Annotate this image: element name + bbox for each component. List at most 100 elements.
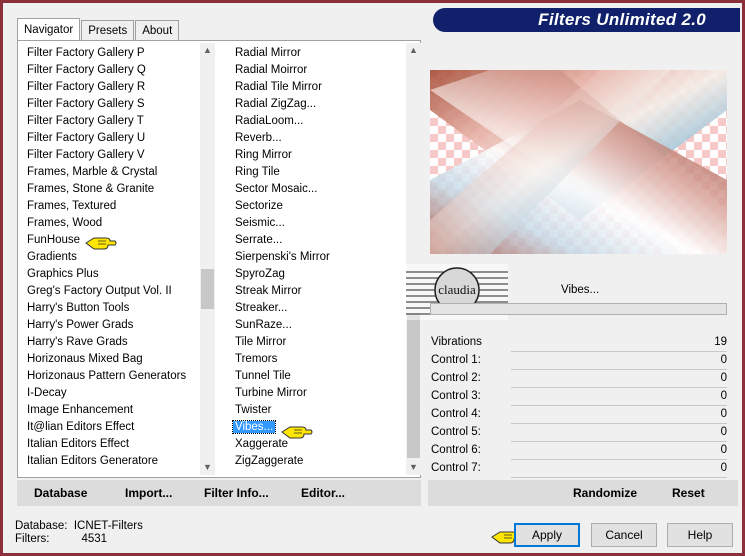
category-item[interactable]: Frames, Marble & Crystal — [27, 164, 197, 181]
param-value[interactable]: 19 — [714, 336, 727, 348]
cancel-button[interactable]: Cancel — [591, 523, 657, 547]
filter-item-label: Ring Tile — [235, 166, 280, 178]
filter-item-label: Radial Mirror — [235, 47, 301, 59]
category-item[interactable]: Filter Factory Gallery Q — [27, 62, 197, 79]
filter-preview — [430, 70, 727, 254]
category-item[interactable]: Harry's Rave Grads — [27, 334, 197, 351]
filter-item[interactable]: Vibes... — [231, 419, 405, 436]
category-item[interactable]: I-Decay — [27, 385, 197, 402]
category-item[interactable]: Italian Editors Effect — [27, 436, 197, 453]
tab-navigator[interactable]: Navigator — [17, 18, 81, 40]
tab-about[interactable]: About — [135, 20, 180, 40]
filter-item[interactable]: Ring Mirror — [235, 147, 405, 164]
filter-item[interactable]: Serrate... — [235, 232, 405, 249]
category-item[interactable]: Frames, Stone & Granite — [27, 181, 197, 198]
category-item[interactable]: Frames, Wood — [27, 215, 197, 232]
filter-item[interactable]: Xaggerate — [235, 436, 405, 453]
filter-item[interactable]: Tile Mirror — [235, 334, 405, 351]
category-item[interactable]: Graphics Plus — [27, 266, 197, 283]
filter-item[interactable]: Sector Mosaic... — [235, 181, 405, 198]
filter-item[interactable]: Radial ZigZag... — [235, 96, 405, 113]
filter-item[interactable]: RadiaLoom... — [235, 113, 405, 130]
tab-presets[interactable]: Presets — [81, 20, 135, 40]
filter-item[interactable]: ZigZaggerate — [235, 453, 405, 470]
param-value[interactable]: 0 — [721, 390, 727, 402]
filter-slider[interactable] — [430, 303, 727, 315]
filter-item[interactable]: Radial Moirror — [235, 62, 405, 79]
filter-item[interactable]: Radial Tile Mirror — [235, 79, 405, 96]
category-scrollbar[interactable]: ▲ ▼ — [200, 43, 215, 475]
category-item[interactable]: Filter Factory Gallery S — [27, 96, 197, 113]
scroll-thumb[interactable] — [407, 313, 420, 458]
scroll-down-icon[interactable]: ▼ — [200, 460, 215, 475]
scroll-up-icon[interactable]: ▲ — [406, 43, 421, 58]
category-item[interactable]: Image Enhancement — [27, 402, 197, 419]
param-row[interactable]: Control 2: 0 — [431, 372, 727, 388]
category-item[interactable]: Horizonaus Mixed Bag — [27, 351, 197, 368]
scroll-down-icon[interactable]: ▼ — [406, 460, 421, 475]
category-item[interactable]: Filter Factory Gallery T — [27, 113, 197, 130]
category-list: Filter Factory Gallery P Filter Factory G… — [27, 45, 197, 470]
param-value[interactable]: 0 — [721, 462, 727, 474]
filter-item-label: Radial ZigZag... — [235, 98, 317, 110]
category-item[interactable]: Harry's Button Tools — [27, 300, 197, 317]
filter-item[interactable]: Tunnel Tile — [235, 368, 405, 385]
filter-item[interactable]: Reverb... — [235, 130, 405, 147]
category-item[interactable]: Harry's Power Grads — [27, 317, 197, 334]
param-row[interactable]: Control 5: 0 — [431, 426, 727, 442]
pointing-hand-icon — [84, 235, 118, 251]
category-item[interactable]: It@lian Editors Effect — [27, 419, 197, 436]
filter-item[interactable]: SpyroZag — [235, 266, 405, 283]
filter-item[interactable]: Sierpenski's Mirror — [235, 249, 405, 266]
category-item[interactable]: Greg's Factory Output Vol. II — [27, 283, 197, 300]
help-button[interactable]: Help — [667, 523, 733, 547]
param-divider — [511, 459, 727, 460]
scroll-up-icon[interactable]: ▲ — [200, 43, 215, 58]
filter-item[interactable]: Sectorize — [235, 198, 405, 215]
param-value[interactable]: 0 — [721, 426, 727, 438]
category-item[interactable]: Filter Factory Gallery V — [27, 147, 197, 164]
filter-item[interactable]: Twister — [235, 402, 405, 419]
param-row[interactable]: Control 7: 0 — [431, 462, 727, 478]
filter-item-label: Turbine Mirror — [235, 387, 307, 399]
param-row[interactable]: Control 6: 0 — [431, 444, 727, 460]
filter-item-label: SunRaze... — [235, 319, 292, 331]
param-value[interactable]: 0 — [721, 354, 727, 366]
apply-button[interactable]: Apply — [514, 523, 580, 547]
import-button[interactable]: Import... — [125, 486, 172, 500]
param-divider — [511, 369, 727, 370]
filter-item[interactable]: Tremors — [235, 351, 405, 368]
filter-item[interactable]: Turbine Mirror — [235, 385, 405, 402]
filter-info-button[interactable]: Filter Info... — [204, 486, 269, 500]
param-row[interactable]: Control 1: 0 — [431, 354, 727, 370]
param-row[interactable]: Control 3: 0 — [431, 390, 727, 406]
filter-item[interactable]: Streaker... — [235, 300, 405, 317]
randomize-button[interactable]: Randomize — [573, 486, 637, 500]
param-row[interactable]: Vibrations 19 — [431, 336, 727, 352]
filter-item[interactable]: Radial Mirror — [235, 45, 405, 62]
filter-scrollbar[interactable]: ▲ ▼ — [406, 43, 421, 475]
param-value[interactable]: 0 — [721, 372, 727, 384]
category-item[interactable]: Filter Factory Gallery U — [27, 130, 197, 147]
category-item[interactable]: Italian Editors Generatore — [27, 453, 197, 470]
filter-item[interactable]: Streak Mirror — [235, 283, 405, 300]
param-row[interactable]: Control 4: 0 — [431, 408, 727, 424]
category-item[interactable]: Filter Factory Gallery R — [27, 79, 197, 96]
filter-item-label: Serrate... — [235, 234, 283, 246]
param-label: Control 2: — [431, 372, 481, 384]
param-label: Vibrations — [431, 336, 482, 348]
database-button[interactable]: Database — [34, 486, 87, 500]
editor-button[interactable]: Editor... — [301, 486, 345, 500]
param-divider — [511, 387, 727, 388]
category-item[interactable]: Filter Factory Gallery P — [27, 45, 197, 62]
reset-button[interactable]: Reset — [672, 486, 705, 500]
category-item[interactable]: Gradients — [27, 249, 197, 266]
param-value[interactable]: 0 — [721, 408, 727, 420]
filter-item[interactable]: Seismic... — [235, 215, 405, 232]
category-item[interactable]: Horizonaus Pattern Generators — [27, 368, 197, 385]
scroll-thumb[interactable] — [201, 269, 214, 309]
filter-item[interactable]: Ring Tile — [235, 164, 405, 181]
category-item[interactable]: Frames, Textured — [27, 198, 197, 215]
param-value[interactable]: 0 — [721, 444, 727, 456]
filter-item[interactable]: SunRaze... — [235, 317, 405, 334]
